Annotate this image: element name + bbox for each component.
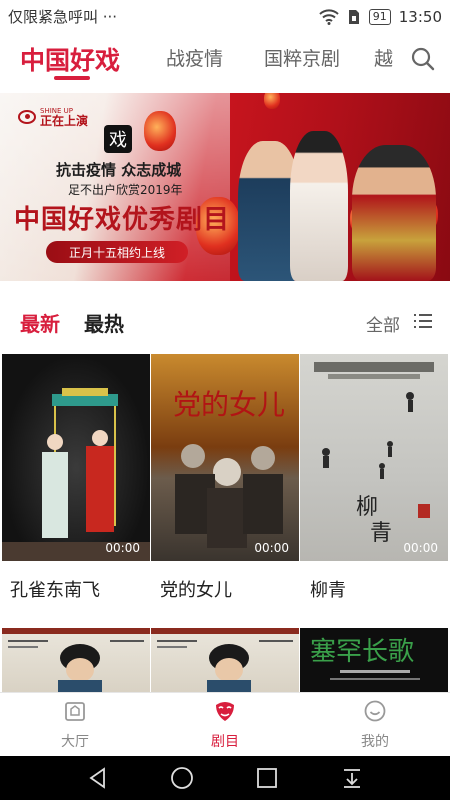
back-icon[interactable] — [86, 766, 110, 790]
stage-scene-illustration — [2, 388, 150, 561]
svg-text:塞罕长歌: 塞罕长歌 — [310, 637, 414, 667]
snow-scene-illustration: 柳 青 — [314, 362, 434, 546]
brand-logo: SHINE UP 正在上演 — [18, 105, 106, 129]
nav-repertoire[interactable]: 剧目 — [185, 699, 265, 751]
category-tabs: 中国好戏 战疫情 国粹京剧 越 — [0, 36, 450, 86]
work-title[interactable]: 孔雀东南飞 — [10, 576, 100, 602]
opera-performer-illustration — [2, 628, 150, 692]
opera-mask-emblem-icon: 戏 — [104, 125, 132, 153]
work-title[interactable]: 党的女儿 — [160, 576, 232, 602]
bottom-navigation: 大厅 剧目 我的 — [0, 692, 450, 756]
duration-label: 00:00 — [105, 541, 140, 555]
carrier-text: 仅限紧急呼叫 ··· — [8, 8, 118, 26]
tab-good-opera[interactable]: 中国好戏 — [20, 41, 120, 77]
svg-text:柳: 柳 — [356, 495, 378, 520]
banner-title: 中国好戏优秀剧目 — [14, 205, 231, 235]
banner-launch-pill: 正月十五相约上线 — [46, 241, 188, 263]
clock: 13:50 — [398, 7, 442, 26]
tab-yue-opera[interactable]: 越 — [374, 44, 393, 71]
status-icons: 91 13:50 — [319, 8, 442, 26]
tab-fight-epidemic[interactable]: 战疫情 — [166, 44, 223, 71]
view-all-link[interactable]: 全部 — [366, 311, 400, 336]
lantern-decoration — [144, 111, 176, 151]
calligraphy-poster-illustration: 塞罕长歌 — [310, 637, 420, 680]
tab-peking-opera[interactable]: 国粹京剧 — [264, 44, 340, 71]
recent-apps-icon[interactable] — [255, 766, 279, 790]
work-poster[interactable]: 党的女儿 00:00 — [151, 354, 299, 561]
eye-logo-icon — [18, 110, 36, 124]
performer-figure — [352, 145, 436, 281]
opera-performer-illustration — [151, 628, 299, 692]
work-poster[interactable] — [151, 628, 299, 692]
duration-label: 00:00 — [403, 541, 438, 555]
tab-latest[interactable]: 最新 — [20, 308, 60, 337]
list-view-icon[interactable] — [414, 313, 432, 329]
nav-profile[interactable]: 我的 — [335, 699, 415, 751]
tab-hottest[interactable]: 最热 — [84, 308, 124, 337]
hall-icon — [65, 702, 85, 721]
smiley-icon — [364, 700, 386, 722]
search-icon[interactable] — [410, 46, 436, 72]
home-icon[interactable] — [170, 766, 194, 790]
status-bar: 仅限紧急呼叫 ··· 91 13:50 — [0, 0, 450, 33]
work-poster[interactable] — [2, 628, 150, 692]
work-poster[interactable]: 柳 青 00:00 — [300, 354, 448, 561]
svg-text:党的女儿: 党的女儿 — [173, 388, 285, 421]
work-title[interactable]: 柳青 — [310, 576, 346, 602]
notification-pulldown-icon[interactable] — [340, 766, 364, 790]
system-navigation-bar — [0, 756, 450, 800]
banner-subline: 足不出户欣赏2019年 — [68, 183, 183, 197]
work-poster[interactable]: 塞罕长歌 — [300, 628, 448, 692]
active-tab-indicator — [54, 76, 90, 80]
film-poster-illustration: 党的女儿 — [173, 388, 285, 548]
opera-mask-icon — [216, 702, 234, 721]
duration-label: 00:00 — [254, 541, 289, 555]
nav-hall[interactable]: 大厅 — [35, 699, 115, 751]
banner-headline: 抗击疫情 众志成城 — [56, 161, 182, 179]
svg-text:青: 青 — [370, 521, 392, 546]
promo-banner[interactable]: SHINE UP 正在上演 戏 抗击疫情 众志成城 足不出户欣赏2019年 中国… — [0, 93, 450, 281]
wifi-icon — [319, 8, 339, 25]
battery-indicator: 91 — [368, 8, 391, 25]
sim-card-icon — [348, 9, 359, 24]
lantern-decoration — [264, 93, 280, 109]
app-screen: 仅限紧急呼叫 ··· 91 13:50 中国好戏 战疫情 国粹京剧 越 SHIN… — [0, 0, 450, 800]
work-poster[interactable]: 00:00 — [2, 354, 150, 561]
sort-tabs: 最新 最热 全部 — [0, 308, 450, 338]
performer-figure — [290, 131, 348, 281]
